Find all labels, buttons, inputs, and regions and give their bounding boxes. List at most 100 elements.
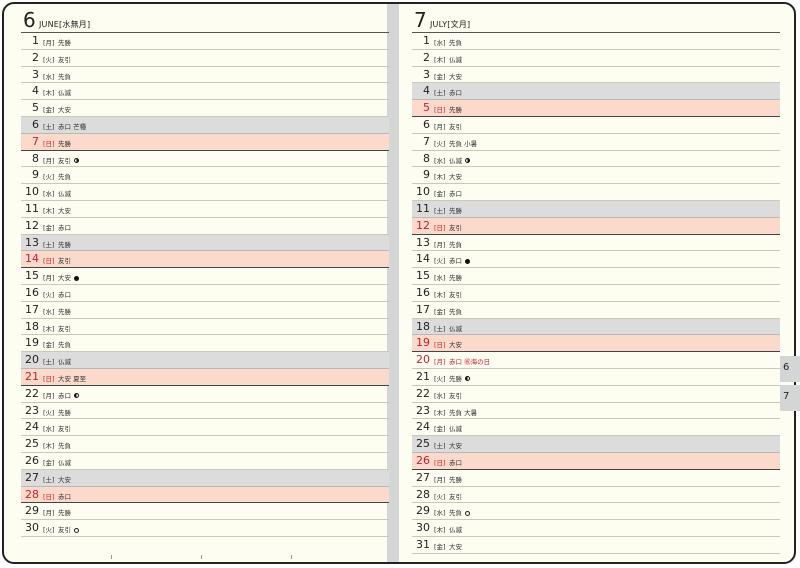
- weekday-label: [水]: [434, 39, 446, 47]
- rokuyo-label: 友引: [449, 491, 462, 501]
- day-row[interactable]: 26 [日] 赤口: [412, 452, 780, 470]
- rokuyo-text: 先勝: [449, 274, 462, 283]
- day-row[interactable]: 5 [金] 大安: [21, 100, 389, 117]
- weekday-label: [火]: [43, 55, 55, 64]
- day-row[interactable]: 27 [月] 先勝: [412, 470, 780, 487]
- rokuyo-label: 友引: [58, 524, 79, 534]
- day-row[interactable]: 29 [水] 先負: [412, 503, 780, 521]
- rokuyo-label: 先負: [58, 71, 71, 81]
- weekday-label: [金]: [434, 190, 446, 199]
- day-number: 22: [25, 386, 39, 400]
- day-row[interactable]: 17 [金] 先負: [412, 302, 780, 319]
- day-row[interactable]: 18 [木] 友引: [21, 319, 389, 336]
- day-row[interactable]: 26 [金] 仏滅: [21, 453, 389, 470]
- day-row[interactable]: 24 [金] 仏滅: [412, 419, 780, 437]
- day-row[interactable]: 7 [日] 先勝: [21, 133, 389, 151]
- day-number: 22: [416, 386, 430, 400]
- day-number: 23: [416, 403, 430, 417]
- weekday-label: [土]: [434, 324, 446, 333]
- day-row[interactable]: 11 [木] 大安: [21, 201, 389, 218]
- day-row[interactable]: 16 [木] 友引: [412, 285, 780, 302]
- day-row[interactable]: 21 [日] 大安 夏至: [21, 368, 389, 386]
- day-row[interactable]: 19 [金] 先負: [21, 335, 389, 353]
- weekday-label: [水]: [434, 274, 446, 283]
- day-row[interactable]: 25 [木] 先負: [21, 436, 389, 453]
- day-row[interactable]: 4 [木] 仏滅: [21, 83, 389, 101]
- day-row[interactable]: 29 [月] 先勝: [21, 503, 389, 521]
- day-row[interactable]: 10 [水] 仏滅: [21, 184, 389, 201]
- weekday-label: [日]: [43, 374, 55, 383]
- day-row[interactable]: 28 [日] 赤口: [21, 486, 389, 504]
- day-row[interactable]: 7 [火] 先負 小暑: [412, 134, 780, 151]
- day-row[interactable]: 6 [月] 友引: [412, 117, 780, 134]
- day-row[interactable]: 22 [水] 友引: [412, 386, 780, 403]
- day-number: 12: [416, 218, 430, 232]
- day-row[interactable]: 13 [土] 先勝: [21, 234, 389, 252]
- weekday-label: [土]: [43, 475, 55, 484]
- day-row[interactable]: 31 [金] 大安: [412, 537, 780, 554]
- day-row[interactable]: 21 [火] 先勝: [412, 369, 780, 386]
- weekday-label: [月]: [43, 509, 55, 518]
- weekday-label: [木]: [434, 526, 446, 535]
- day-row[interactable]: 6 [土] 赤口 芒種: [21, 116, 389, 134]
- rokuyo-label: 先負: [449, 507, 470, 517]
- day-row[interactable]: 2 [火] 友引: [21, 50, 389, 67]
- month-tab-7[interactable]: 7: [780, 385, 800, 411]
- day-row[interactable]: 23 [木] 先負 大暑: [412, 403, 780, 420]
- day-row[interactable]: 3 [水] 先負: [21, 67, 389, 84]
- day-row[interactable]: 4 [土] 赤口: [412, 83, 780, 101]
- day-row[interactable]: 20 [月] 赤口 ㊗海の日: [412, 352, 780, 369]
- rokuyo-text: 先勝: [58, 307, 71, 316]
- rokuyo-label: 赤口 ㊗海の日: [449, 356, 490, 366]
- month-number: 7: [414, 8, 427, 32]
- day-row[interactable]: 14 [日] 友引: [21, 251, 389, 269]
- day-number: 2: [32, 50, 39, 64]
- day-row[interactable]: 9 [木] 大安: [412, 167, 780, 185]
- day-row[interactable]: 2 [木] 仏滅: [412, 50, 780, 67]
- day-row[interactable]: 28 [火] 友引: [412, 487, 780, 504]
- day-number: 3: [32, 67, 39, 81]
- day-row[interactable]: 8 [水] 仏滅: [412, 151, 780, 168]
- day-row[interactable]: 12 [金] 赤口: [21, 218, 389, 235]
- weekday-label: [木]: [43, 442, 55, 451]
- day-row[interactable]: 8 [月] 友引: [21, 151, 389, 168]
- rokuyo-label: 先負 小暑: [449, 138, 477, 148]
- day-row[interactable]: 16 [火] 赤口: [21, 285, 389, 302]
- day-row[interactable]: 13 [月] 先負: [412, 235, 780, 252]
- day-row[interactable]: 20 [土] 仏滅: [21, 352, 389, 369]
- day-row[interactable]: 23 [火] 先勝: [21, 403, 389, 420]
- day-row[interactable]: 30 [火] 友引: [21, 520, 389, 537]
- day-row[interactable]: 3 [金] 大安: [412, 67, 780, 84]
- rokuyo-label: 先負: [449, 37, 462, 47]
- rokuyo-text: 友引: [449, 391, 462, 400]
- day-row[interactable]: 17 [水] 先勝: [21, 302, 389, 319]
- day-number: 1: [32, 34, 39, 47]
- day-row[interactable]: 22 [月] 赤口: [21, 386, 389, 403]
- day-row[interactable]: 11 [土] 先勝: [412, 200, 780, 218]
- day-row[interactable]: 5 [日] 先勝: [412, 100, 780, 117]
- rokuyo-text: 先勝: [449, 206, 462, 215]
- day-row[interactable]: 30 [木] 仏滅: [412, 520, 780, 537]
- day-row[interactable]: 9 [火] 先負: [21, 167, 389, 185]
- day-row[interactable]: 12 [日] 友引: [412, 217, 780, 235]
- weekday-label: [木]: [434, 55, 446, 64]
- rokuyo-text: 仏滅: [58, 358, 71, 367]
- rokuyo-label: 赤口: [449, 457, 462, 467]
- day-row[interactable]: 15 [月] 大安: [21, 268, 389, 285]
- rokuyo-label: 赤口 芒種: [58, 121, 86, 131]
- page-july: 7 JULY[文月] 1 [水] 先負 2 [木] 仏滅 3 [金] 大安 4 [土] 赤口 5 [日] 先…: [412, 8, 780, 554]
- day-row[interactable]: 24 [水] 友引: [21, 419, 389, 437]
- day-row[interactable]: 15 [水] 先勝: [412, 268, 780, 285]
- day-row[interactable]: 18 [土] 仏滅: [412, 318, 780, 336]
- day-row[interactable]: 1 [水] 先負: [412, 33, 780, 50]
- day-row[interactable]: 10 [金] 赤口: [412, 184, 780, 201]
- weekday-label: [水]: [43, 190, 55, 199]
- day-row[interactable]: 14 [火] 赤口: [412, 251, 780, 269]
- day-row[interactable]: 1 [月] 先勝: [21, 33, 389, 50]
- month-tab-6[interactable]: 6: [780, 356, 800, 382]
- weekday-label: [日]: [434, 223, 446, 232]
- rokuyo-text: 友引: [58, 156, 71, 165]
- day-row[interactable]: 25 [土] 大安: [412, 436, 780, 453]
- day-row[interactable]: 27 [土] 大安: [21, 469, 389, 487]
- day-row[interactable]: 19 [日] 大安: [412, 335, 780, 353]
